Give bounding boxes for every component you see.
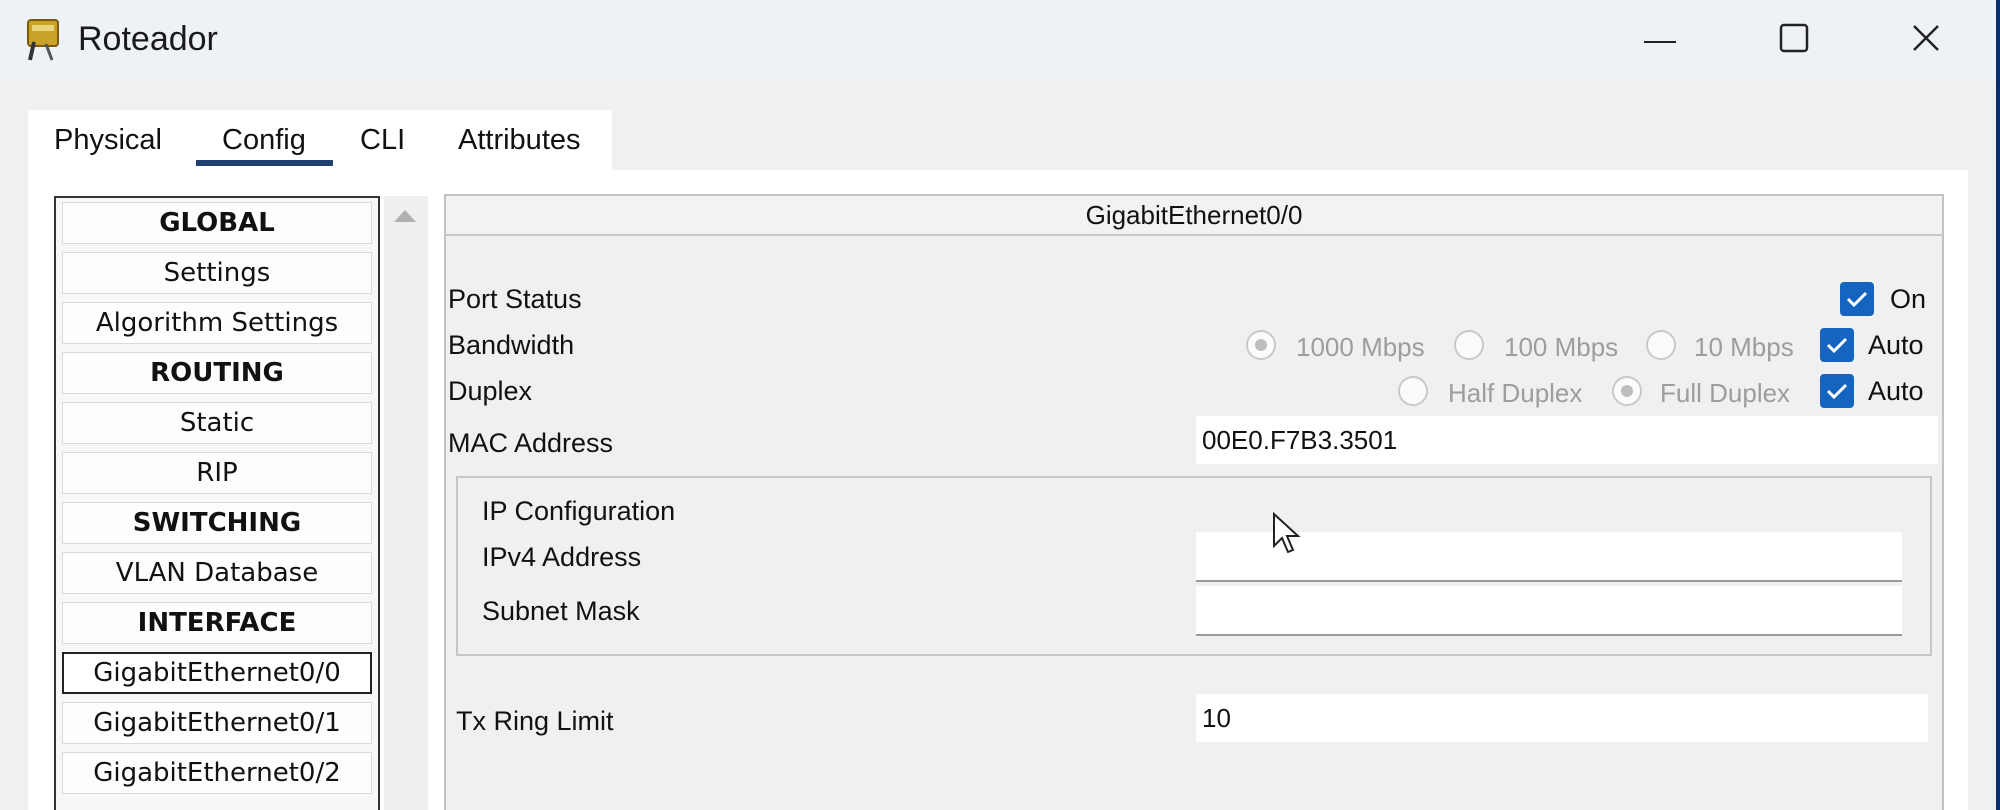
duplex-half-radio[interactable] (1398, 376, 1428, 406)
bandwidth-10-radio[interactable] (1646, 330, 1676, 360)
bandwidth-100-label: 100 Mbps (1504, 332, 1619, 362)
bandwidth-auto-label: Auto (1868, 330, 1924, 360)
router-icon (22, 16, 68, 64)
tx-ring-limit-label: Tx Ring Limit (456, 706, 614, 736)
sidebar-scrollbar[interactable] (384, 196, 428, 810)
tab-config[interactable]: Config (222, 124, 306, 157)
window-title: Roteador (78, 20, 218, 58)
sidebar-header-routing: ROUTING (62, 352, 372, 394)
bandwidth-auto-checkbox[interactable] (1820, 328, 1854, 362)
sidebar-item-gigabitethernet0-0[interactable]: GigabitEthernet0/0 (62, 652, 372, 694)
port-status-checkbox[interactable] (1840, 282, 1874, 316)
window-edge (1996, 0, 2000, 810)
scroll-up-arrow-icon[interactable] (394, 210, 416, 222)
close-icon (1911, 23, 1941, 58)
bandwidth-label: Bandwidth (448, 330, 575, 360)
duplex-auto-label: Auto (1868, 376, 1924, 406)
bandwidth-1000-label: 1000 Mbps (1296, 332, 1425, 362)
sidebar-nav: GLOBAL Settings Algorithm Settings ROUTI… (54, 196, 380, 810)
sidebar-item-gigabitethernet0-2[interactable]: GigabitEthernet0/2 (62, 752, 372, 794)
port-status-label: Port Status (448, 284, 582, 314)
duplex-full-radio[interactable] (1612, 376, 1642, 406)
duplex-half-label: Half Duplex (1448, 378, 1583, 408)
bandwidth-10-label: 10 Mbps (1694, 332, 1794, 362)
duplex-full-label: Full Duplex (1660, 378, 1791, 408)
port-status-on-label: On (1890, 284, 1927, 314)
tab-physical[interactable]: Physical (54, 124, 162, 157)
close-button[interactable] (1890, 14, 1962, 66)
active-tab-indicator (196, 160, 333, 166)
duplex-auto-checkbox[interactable] (1820, 374, 1854, 408)
interface-title: GigabitEthernet0/0 (446, 196, 1942, 236)
sidebar-item-vlan-database[interactable]: VLAN Database (62, 552, 372, 594)
sidebar-item-algorithm-settings[interactable]: Algorithm Settings (62, 302, 372, 344)
tab-attributes[interactable]: Attributes (458, 124, 581, 157)
bandwidth-100-radio[interactable] (1454, 330, 1484, 360)
mac-address-label: MAC Address (448, 428, 614, 458)
sidebar-header-interface: INTERFACE (62, 602, 372, 644)
sidebar-item-rip[interactable]: RIP (62, 452, 372, 494)
sidebar-header-switching: SWITCHING (62, 502, 372, 544)
minimize-icon (1644, 31, 1676, 49)
bandwidth-1000-radio[interactable] (1246, 330, 1276, 360)
sidebar-item-settings[interactable]: Settings (62, 252, 372, 294)
maximize-icon (1779, 23, 1809, 58)
sidebar-item-static[interactable]: Static (62, 402, 372, 444)
mac-address-field[interactable]: 00E0.F7B3.3501 (1196, 416, 1938, 464)
tab-cli[interactable]: CLI (360, 124, 405, 157)
ipv4-address-label: IPv4 Address (482, 542, 642, 572)
duplex-label: Duplex (448, 376, 533, 406)
tx-ring-limit-field[interactable]: 10 (1196, 694, 1928, 742)
maximize-button[interactable] (1758, 14, 1830, 66)
title-bar: Roteador (0, 0, 1996, 82)
subnet-mask-label: Subnet Mask (482, 596, 640, 626)
sidebar-header-global: GLOBAL (62, 202, 372, 244)
minimize-button[interactable] (1624, 14, 1696, 66)
subnet-mask-input[interactable] (1196, 586, 1902, 636)
ip-configuration-title: IP Configuration (482, 496, 676, 526)
sidebar-item-gigabitethernet0-1[interactable]: GigabitEthernet0/1 (62, 702, 372, 744)
mouse-cursor-icon (1272, 511, 1302, 561)
